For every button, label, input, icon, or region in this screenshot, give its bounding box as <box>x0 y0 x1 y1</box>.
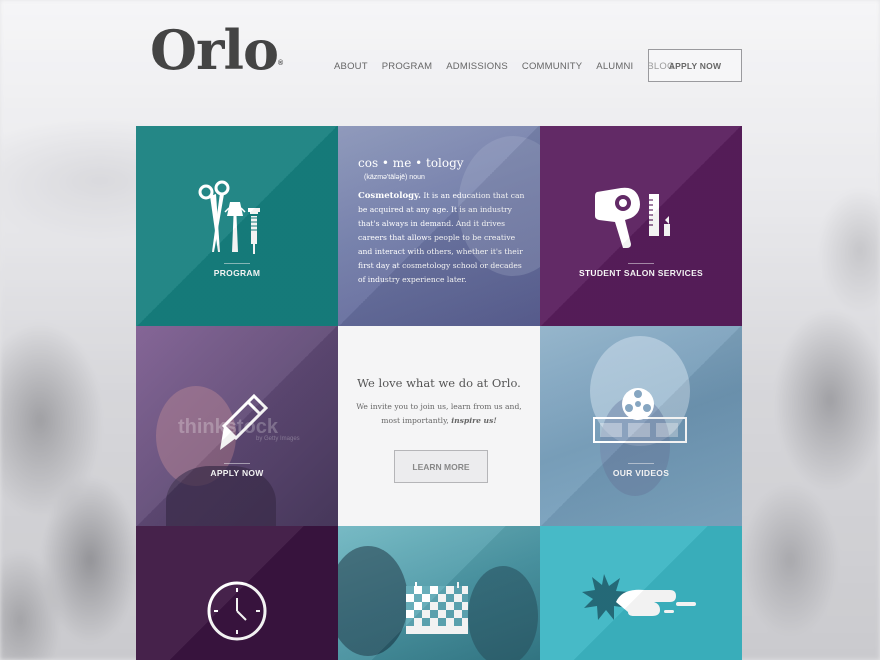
tile-program[interactable]: PROGRAM <box>136 126 338 326</box>
tile-splash[interactable] <box>540 526 742 660</box>
love-text-line1: We invite you to join us, learn from us … <box>356 402 522 411</box>
love-emphasis: inspire us! <box>451 416 497 425</box>
clock-icon <box>207 581 267 641</box>
definition-body: It is an education that can be acquired … <box>358 191 525 284</box>
nav-program[interactable]: PROGRAM <box>382 61 433 72</box>
tile-definition: cos • me • tology (käzmə'täləjē) noun Co… <box>338 126 540 326</box>
splash-icon <box>582 574 696 620</box>
scissors-comb-brush-icon <box>198 180 260 254</box>
apply-now-button[interactable]: APPLY NOW <box>648 49 742 82</box>
site-header: Orlo® ABOUT PROGRAM ADMISSIONS COMMUNITY… <box>136 18 742 98</box>
apply-label: APPLY NOW <box>210 468 264 478</box>
definition-term: Cosmetology. <box>358 191 421 201</box>
nav-about[interactable]: ABOUT <box>334 61 368 72</box>
tile-apply-now[interactable]: thinkstock by Getty Images APPLY NOW <box>136 326 338 526</box>
film-reel-icon <box>593 388 687 443</box>
definition-pronunciation: (käzmə'täləjē) noun <box>364 174 425 181</box>
tile-our-videos[interactable]: OUR VIDEOS <box>540 326 742 526</box>
tile-clock[interactable] <box>136 526 338 660</box>
pen-icon <box>220 394 268 450</box>
videos-label: OUR VIDEOS <box>612 468 670 478</box>
person-photo <box>338 546 408 656</box>
tile-calendar[interactable] <box>338 526 540 660</box>
learn-more-button[interactable]: LEARN MORE <box>394 450 488 483</box>
main-nav: ABOUT PROGRAM ADMISSIONS COMMUNITY ALUMN… <box>334 61 675 72</box>
tile-grid: PROGRAM cos • me • tology (käzmə'täləjē)… <box>136 126 742 660</box>
program-label: PROGRAM <box>213 268 261 278</box>
logo[interactable]: Orlo® <box>150 20 283 80</box>
hair-dryer-icon <box>595 187 670 248</box>
tile-we-love: We love what we do at Orlo. We invite yo… <box>338 326 540 526</box>
nav-alumni[interactable]: ALUMNI <box>596 61 633 72</box>
salon-label: STUDENT SALON SERVICES <box>578 268 704 278</box>
nav-admissions[interactable]: ADMISSIONS <box>446 61 508 72</box>
tile-salon-services[interactable]: STUDENT SALON SERVICES <box>540 126 742 326</box>
calendar-icon <box>406 582 468 634</box>
definition-block: cos • me • tology (käzmə'täləjē) noun Co… <box>358 156 528 287</box>
love-text-line2: most importantly, <box>381 416 449 425</box>
definition-word: cos • me • tology <box>358 156 464 170</box>
nav-community[interactable]: COMMUNITY <box>522 61 582 72</box>
love-title: We love what we do at Orlo. <box>357 376 521 390</box>
